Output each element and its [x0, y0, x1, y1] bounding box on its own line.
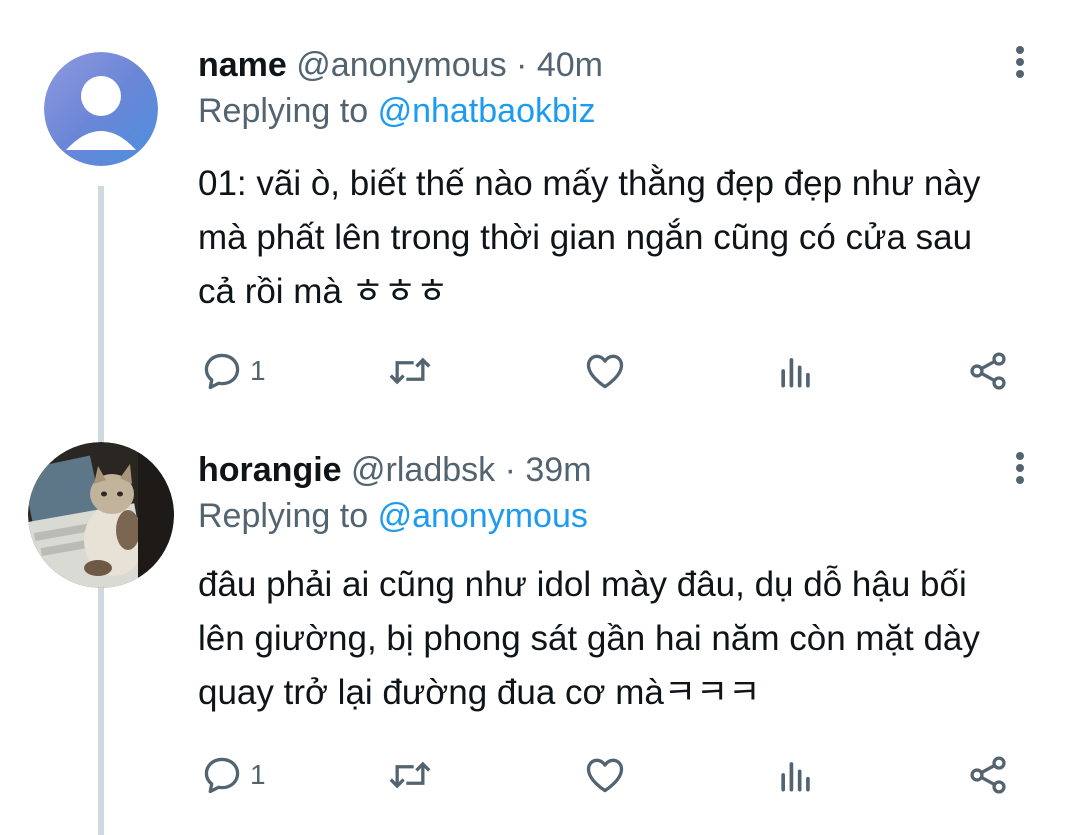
like-icon	[586, 354, 624, 389]
reply-icon	[204, 353, 240, 390]
separator-dot: ·	[516, 46, 528, 84]
tweet-text-line: đâu phải ai cũng như idol mày đâu, dụ dỗ…	[198, 565, 967, 604]
analytics-button[interactable]	[774, 750, 818, 800]
more-options-button[interactable]	[1006, 42, 1034, 82]
share-button[interactable]	[966, 346, 1010, 396]
tweet[interactable]: horangie @rladbsk · 39m Replying to @ano…	[0, 410, 1080, 835]
more-options-button[interactable]	[1006, 448, 1034, 488]
reply-button[interactable]: 1	[200, 346, 266, 396]
user-handle[interactable]: @rladbsk	[351, 451, 495, 489]
retweet-button[interactable]	[386, 750, 434, 800]
retweet-icon	[389, 357, 431, 385]
timestamp[interactable]: 40m	[537, 46, 603, 84]
separator-dot: ·	[504, 451, 516, 489]
like-button[interactable]	[582, 750, 628, 800]
tweet[interactable]: name @anonymous · 40m Replying to @nhatb…	[0, 0, 1080, 410]
reply-mention-link[interactable]: @nhatbaokbiz	[378, 92, 596, 130]
replying-to-label: Replying to	[198, 497, 369, 535]
tweet-actions: 1	[198, 750, 1028, 800]
retweet-icon	[389, 761, 431, 789]
tweet-text-line: lên giường, bị phong sát gần hai năm còn…	[198, 619, 980, 658]
display-name[interactable]: name	[198, 46, 287, 84]
reply-mention-link[interactable]: @anonymous	[378, 497, 588, 535]
cat-photo-avatar-icon	[28, 442, 174, 588]
replying-to-line: Replying to @nhatbaokbiz	[198, 91, 595, 131]
reply-button[interactable]: 1	[200, 750, 266, 800]
tweet-text-line: mà phất lên trong thời gian ngắn cũng có…	[198, 218, 973, 257]
retweet-button[interactable]	[386, 346, 434, 396]
like-icon	[586, 758, 624, 793]
tweet-text: đâu phải ai cũng như idol mày đâu, dụ dỗ…	[198, 558, 1048, 720]
analytics-icon	[781, 762, 810, 792]
avatar[interactable]	[44, 52, 158, 166]
tweet-text-line: cả rồi mà ㅎㅎㅎ	[198, 272, 449, 311]
replying-to-label: Replying to	[198, 92, 369, 130]
default-user-avatar-icon	[44, 52, 158, 166]
like-button[interactable]	[582, 346, 628, 396]
display-name[interactable]: horangie	[198, 451, 342, 489]
user-handle[interactable]: @anonymous	[296, 46, 506, 84]
tweet-text-line: 01: vãi ò, biết thế nào mấy thằng đẹp đẹ…	[198, 164, 981, 203]
analytics-icon	[781, 358, 810, 388]
reply-count: 1	[250, 759, 266, 790]
share-icon	[970, 352, 1006, 390]
avatar[interactable]	[28, 442, 174, 588]
share-button[interactable]	[966, 750, 1010, 800]
timestamp[interactable]: 39m	[525, 451, 591, 489]
share-icon	[970, 756, 1006, 794]
reply-icon	[204, 757, 240, 794]
tweet-text-line: quay trở lại đường đua cơ màㅋㅋㅋ	[198, 673, 761, 712]
tweet-actions: 1	[198, 346, 1028, 396]
replying-to-line: Replying to @anonymous	[198, 496, 588, 536]
tweet-text: 01: vãi ò, biết thế nào mấy thằng đẹp đẹ…	[198, 157, 1048, 319]
reply-count: 1	[250, 355, 266, 386]
analytics-button[interactable]	[774, 346, 818, 396]
